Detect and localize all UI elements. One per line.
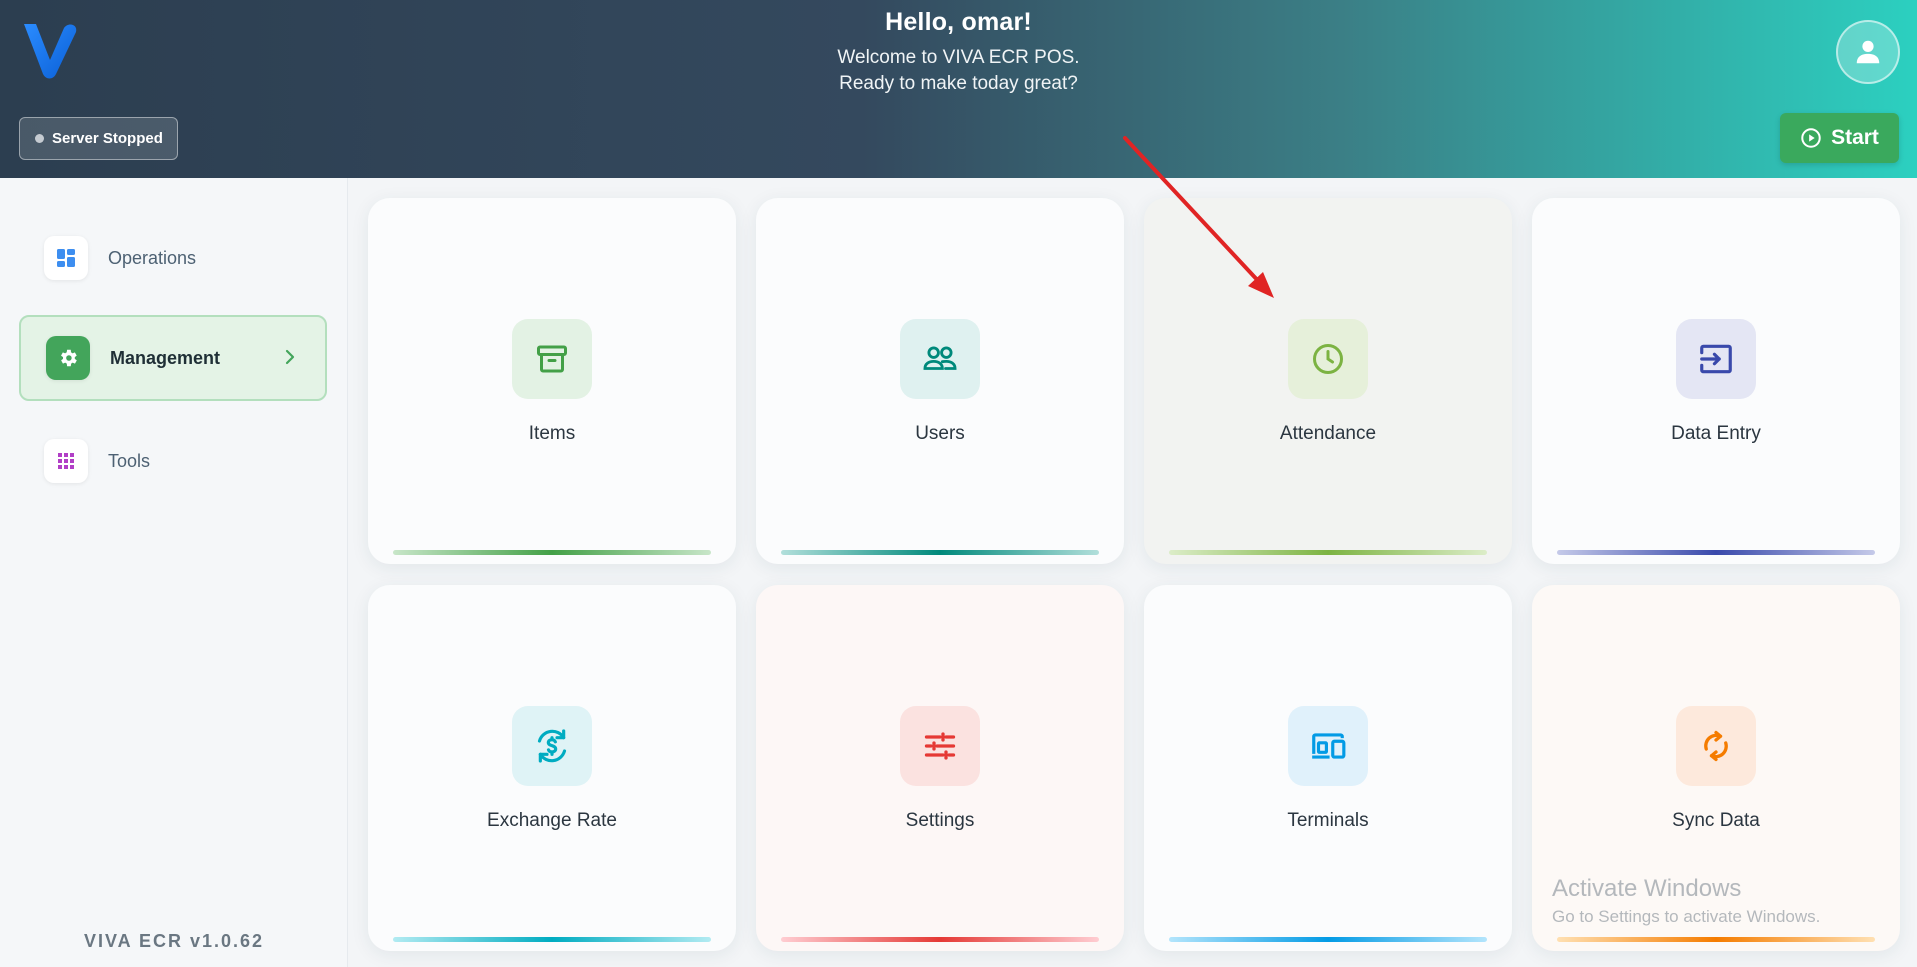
greeting-block: Hello, omar! Welcome to VIVA ECR POS. Re… xyxy=(0,0,1917,97)
card-data-entry[interactable]: Data Entry xyxy=(1532,198,1900,564)
card-exchange-rate[interactable]: Exchange Rate xyxy=(368,585,736,951)
dashboard-icon xyxy=(44,236,88,280)
play-circle-icon xyxy=(1801,128,1821,148)
card-label: Sync Data xyxy=(1672,810,1760,831)
card-users[interactable]: Users xyxy=(756,198,1124,564)
welcome-text: Welcome to VIVA ECR POS. xyxy=(837,47,1080,68)
card-items[interactable]: Items xyxy=(368,198,736,564)
status-dot xyxy=(35,134,44,143)
card-label: Terminals xyxy=(1287,810,1369,831)
sidebar-item-operations[interactable]: Operations xyxy=(19,215,327,301)
card-accent-bar xyxy=(781,937,1099,942)
sliders-icon xyxy=(900,706,980,786)
chevron-right-icon xyxy=(285,349,295,365)
top-header: Hello, omar! Welcome to VIVA ECR POS. Re… xyxy=(0,0,1917,178)
login-box-icon xyxy=(1676,319,1756,399)
card-accent-bar xyxy=(393,550,711,555)
card-accent-bar xyxy=(393,937,711,942)
card-label: Users xyxy=(915,423,965,444)
clock-icon xyxy=(1288,319,1368,399)
card-accent-bar xyxy=(1169,550,1487,555)
windows-activation-watermark: Activate Windows Go to Settings to activ… xyxy=(1552,875,1820,927)
sidebar: Operations Management Tools VIVA ECR v1.… xyxy=(0,178,348,967)
card-accent-bar xyxy=(781,550,1099,555)
card-accent-bar xyxy=(1169,937,1487,942)
card-label: Items xyxy=(528,423,576,444)
watermark-title: Activate Windows xyxy=(1552,875,1742,902)
start-button-label: Start xyxy=(1831,126,1879,149)
card-attendance[interactable]: Attendance xyxy=(1144,198,1512,564)
user-avatar-button[interactable] xyxy=(1836,20,1900,84)
currency-exchange-icon xyxy=(512,706,592,786)
card-terminals[interactable]: Terminals xyxy=(1144,585,1512,951)
users-icon xyxy=(900,319,980,399)
sidebar-item-tools[interactable]: Tools xyxy=(19,418,327,504)
user-icon xyxy=(1856,40,1880,64)
server-status-badge[interactable]: Server Stopped xyxy=(19,117,178,160)
card-label: Attendance xyxy=(1279,423,1377,444)
card-label: Data Entry xyxy=(1671,423,1761,444)
start-server-button[interactable]: Start xyxy=(1780,113,1899,163)
tagline-text: Ready to make today great? xyxy=(839,73,1078,94)
sidebar-item-label: Management xyxy=(110,347,221,368)
card-accent-bar xyxy=(1557,550,1875,555)
card-accent-bar xyxy=(1557,937,1875,942)
sync-icon xyxy=(1676,706,1756,786)
server-status-text: Server Stopped xyxy=(52,130,163,147)
gear-icon xyxy=(46,336,90,380)
card-label: Settings xyxy=(905,810,975,831)
greeting-title: Hello, omar! xyxy=(885,8,1032,36)
watermark-subtitle: Go to Settings to activate Windows. xyxy=(1552,907,1821,926)
card-label: Exchange Rate xyxy=(487,810,617,831)
apps-grid-icon xyxy=(44,439,88,483)
app-version: VIVA ECR v1.0.62 xyxy=(83,931,265,951)
sidebar-item-label: Operations xyxy=(108,247,197,268)
devices-icon xyxy=(1288,706,1368,786)
archive-box-icon xyxy=(512,319,592,399)
card-settings[interactable]: Settings xyxy=(756,585,1124,951)
sidebar-item-management[interactable]: Management xyxy=(19,315,327,401)
sidebar-item-label: Tools xyxy=(108,450,151,471)
